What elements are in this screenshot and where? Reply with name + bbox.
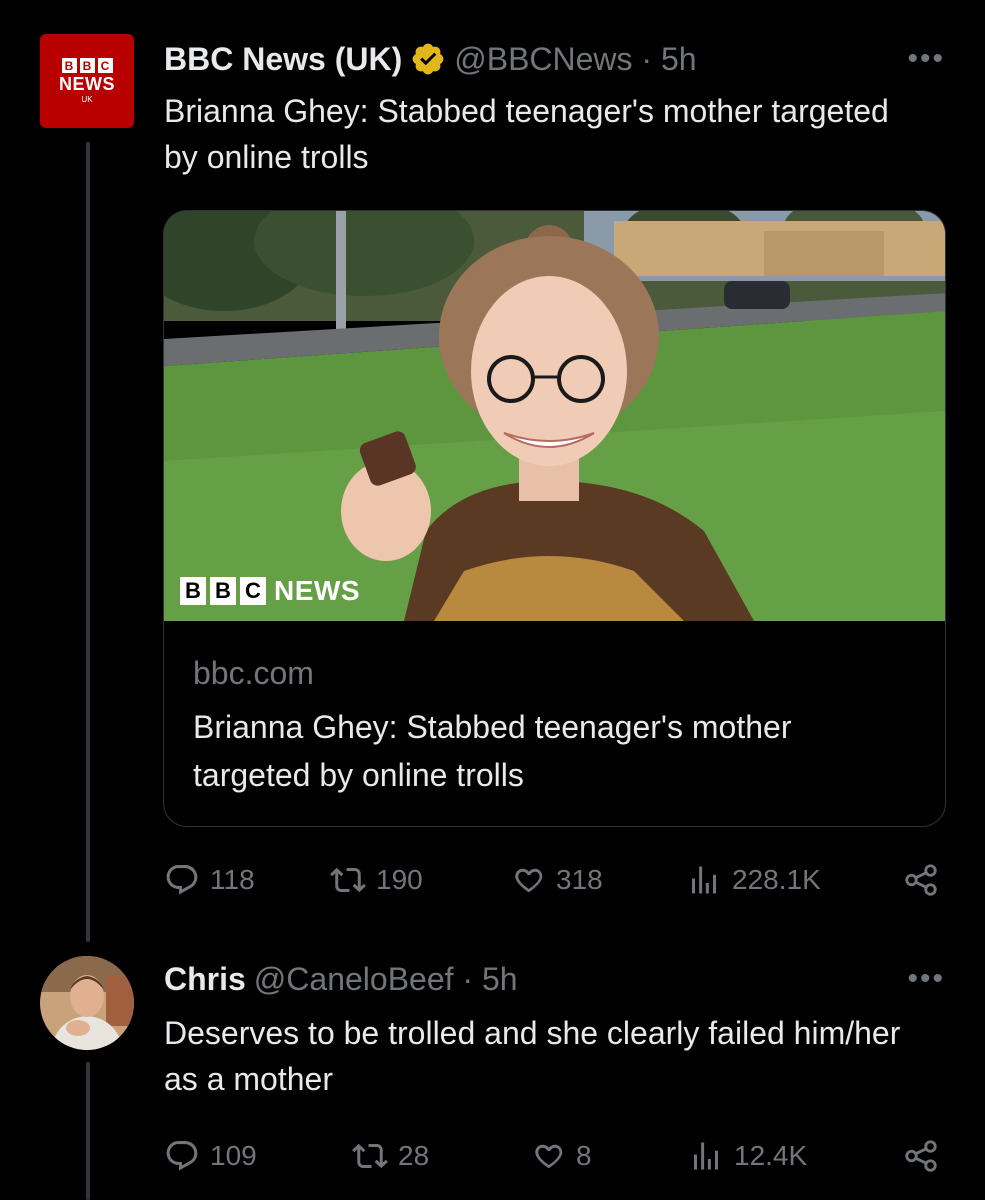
reply-bubble-icon: [164, 1138, 200, 1174]
reply-count: 118: [210, 864, 255, 895]
reply-button[interactable]: 118: [164, 860, 255, 900]
views-button[interactable]: 12.4K: [688, 1136, 807, 1176]
repost-button[interactable]: 28: [352, 1136, 429, 1176]
views-count: 228.1K: [732, 864, 821, 895]
heart-icon: [530, 1138, 566, 1174]
avatar[interactable]: [40, 956, 134, 1050]
card-bbc-news-logo: B B C NEWS: [180, 575, 360, 607]
card-title: Brianna Ghey: Stabbed teenager's mother …: [193, 709, 792, 793]
display-name[interactable]: BBC News (UK): [164, 41, 402, 78]
like-button[interactable]: 8: [530, 1136, 592, 1176]
views-button[interactable]: 228.1K: [686, 860, 821, 900]
thread-connector-line: [86, 142, 90, 942]
tweet-text: Deserves to be trolled and she clearly f…: [164, 1015, 901, 1097]
tweet-header: Chris @CaneloBeef · 5h: [164, 956, 518, 1002]
like-button[interactable]: 318: [510, 860, 603, 900]
views-bars-icon: [688, 1138, 724, 1174]
repost-count: 190: [376, 864, 423, 895]
views-bars-icon: [686, 862, 722, 898]
reply-button[interactable]: 109: [164, 1136, 257, 1176]
verified-badge-icon[interactable]: [410, 41, 446, 77]
share-button[interactable]: [902, 860, 940, 900]
reply-count: 109: [210, 1140, 257, 1171]
repost-arrows-icon: [352, 1138, 388, 1174]
views-count: 12.4K: [734, 1140, 808, 1171]
more-horizontal-icon[interactable]: •••: [907, 44, 945, 74]
display-name[interactable]: Chris: [164, 961, 246, 998]
tweet-text: Brianna Ghey: Stabbed teenager's mother …: [164, 93, 889, 175]
like-count: 318: [556, 864, 603, 895]
bbc-logo: B B C: [61, 58, 113, 73]
repost-count: 28: [398, 1140, 430, 1171]
card-domain: bbc.com: [193, 655, 314, 691]
share-button[interactable]: [902, 1136, 940, 1176]
share-icon: [902, 861, 940, 899]
handle-and-time[interactable]: @CaneloBeef · 5h: [254, 961, 518, 998]
link-preview-card[interactable]: B B C NEWS bbc.com Brianna Ghey: Stabbed…: [163, 210, 946, 827]
tweet-actions-bar: 118 190 318 228.1K: [164, 860, 949, 900]
repost-arrows-icon: [330, 862, 366, 898]
thread-connector-line: [86, 1062, 90, 1200]
repost-button[interactable]: 190: [330, 860, 423, 900]
tweet-header: BBC News (UK) @BBCNews · 5h: [164, 36, 697, 82]
share-icon: [902, 1137, 940, 1175]
heart-icon: [510, 862, 546, 898]
more-horizontal-icon[interactable]: •••: [907, 964, 945, 994]
reply-bubble-icon: [164, 862, 200, 898]
avatar[interactable]: B B C NEWS UK: [40, 34, 134, 128]
card-image[interactable]: B B C NEWS: [164, 211, 945, 621]
like-count: 8: [576, 1140, 592, 1171]
tweet-actions-bar: 109 28 8 12.4K: [164, 1136, 949, 1176]
handle-and-time[interactable]: @BBCNews · 5h: [454, 41, 696, 78]
